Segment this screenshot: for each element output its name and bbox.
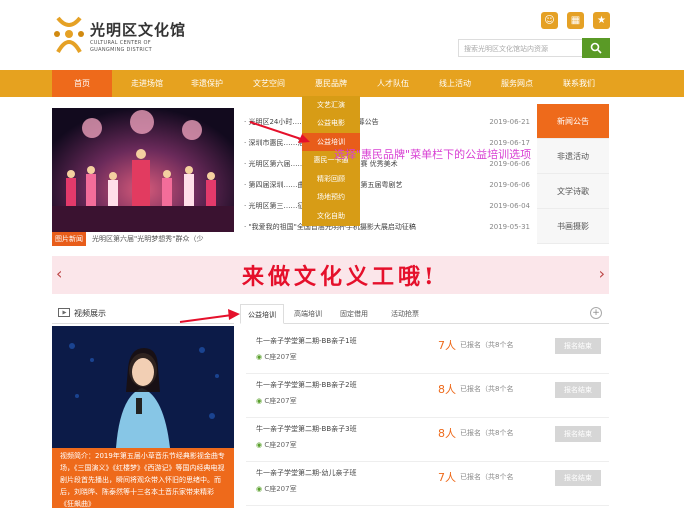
course-room-text: C座207室 — [264, 397, 297, 405]
course-room: ◉ C座207室 — [256, 484, 297, 494]
course-item[interactable]: 牛一亲子学堂第二期-BB亲子1班 ◉ C座207室 7人 已报名（共8个名 报名… — [246, 330, 609, 374]
slider-tag: 图片新闻 — [52, 232, 86, 246]
video-thumbnail[interactable] — [52, 326, 234, 448]
news-side-tabs: 新闻公告 非遗活动 文学诗歌 书画摄影 — [537, 104, 609, 244]
tab-ticket-grab[interactable]: 活动抢票 — [378, 304, 432, 324]
notice-item[interactable]: · 光明区第三……征稿启事 2019-06-04 — [244, 196, 534, 216]
side-tab-painting[interactable]: 书画摄影 — [537, 209, 609, 244]
location-icon: ◉ — [256, 397, 263, 405]
search-button[interactable] — [582, 38, 610, 58]
notice-date: 2019-06-21 — [489, 118, 530, 126]
site-subtitle-line1: CULTURAL CENTER OF — [90, 40, 151, 46]
dropdown-item-self-service[interactable]: 文化自助 — [302, 207, 360, 225]
course-name[interactable]: 牛一亲子学堂第二期-BB亲子3班 — [256, 424, 357, 434]
notice-date: 2019-06-06 — [489, 181, 530, 189]
course-enrolled: 8人 — [438, 427, 456, 440]
banner-text: 来做文化义工哦! — [242, 264, 438, 290]
side-tab-literature[interactable]: 文学诗歌 — [537, 174, 609, 209]
signup-closed-button[interactable]: 报名结束 — [555, 382, 601, 398]
course-room: ◉ C座207室 — [256, 440, 297, 450]
video-description: 视频简介：2019年第五届小草音乐节经典影视金曲专场，《三国演义》《红楼梦》《西… — [52, 448, 234, 508]
news-slider-image[interactable] — [52, 108, 234, 244]
dropdown-item-review[interactable]: 精彩回顾 — [302, 170, 360, 188]
nav-item-online[interactable]: 线上活动 — [428, 70, 482, 97]
course-note: 已报名（共8个名 — [460, 341, 514, 349]
main-nav: 首页 走进场馆 非遗保护 文艺空间 惠民品牌 人才队伍 线上活动 服务网点 联系… — [0, 70, 684, 97]
logo-icon[interactable] — [52, 14, 86, 56]
location-icon: ◉ — [256, 485, 263, 493]
banner-next-icon[interactable]: › — [599, 266, 605, 282]
video-heading: 视频展示 — [74, 309, 106, 318]
site-title[interactable]: 光明区文化馆 — [90, 19, 186, 40]
annotation-arrow-icon — [179, 309, 240, 323]
user-icon[interactable]: ☺ — [541, 12, 558, 29]
signup-closed-button[interactable]: 报名结束 — [555, 338, 601, 354]
course-room: ◉ C座207室 — [256, 396, 297, 406]
location-icon: ◉ — [256, 353, 263, 361]
volunteer-banner[interactable]: ‹ 来做文化义工哦! › — [52, 256, 609, 294]
site-subtitle-line2: GUANGMING DISTRICT — [90, 47, 153, 53]
nav-item-venue[interactable]: 走进场馆 — [120, 70, 174, 97]
course-enrolled: 8人 — [438, 383, 456, 396]
annotation-text: 选择"惠民品牌"菜单栏下的公益培训选项 — [334, 148, 532, 161]
course-note: 已报名（共8个名 — [460, 385, 514, 393]
side-tab-news[interactable]: 新闻公告 — [537, 104, 609, 139]
nav-item-talent[interactable]: 人才队伍 — [366, 70, 420, 97]
side-tab-heritage[interactable]: 非遗活动 — [537, 139, 609, 174]
tab-fixed-booking[interactable]: 固定借用 — [332, 304, 376, 324]
course-name[interactable]: 牛一亲子学堂第二期-幼儿亲子班 — [256, 468, 357, 478]
location-icon: ◉ — [256, 441, 263, 449]
course-room-text: C座207室 — [264, 441, 297, 449]
nav-item-contact[interactable]: 联系我们 — [552, 70, 606, 97]
notice-item[interactable]: · 第四届深圳……曲填字评选暨光明区第五届粤剧艺2019-06-06 — [244, 175, 534, 195]
qr-icon[interactable]: ▦ — [567, 12, 584, 29]
signup-closed-button[interactable]: 报名结束 — [555, 426, 601, 442]
course-name[interactable]: 牛一亲子学堂第二期-BB亲子1班 — [256, 336, 357, 346]
nav-item-arts-space[interactable]: 文艺空间 — [242, 70, 296, 97]
banner-prev-icon[interactable]: ‹ — [56, 266, 62, 282]
course-item[interactable]: 牛一亲子学堂第二期-BB亲子2班 ◉ C座207室 8人 已报名（共8个名 报名… — [246, 374, 609, 418]
course-room-text: C座207室 — [264, 353, 297, 361]
nav-item-heritage[interactable]: 非遗保护 — [180, 70, 234, 97]
course-room-text: C座207室 — [264, 485, 297, 493]
course-item[interactable]: 牛一亲子学堂第二期-BB亲子3班 ◉ C座207室 8人 已报名（共8个名 报名… — [246, 418, 609, 462]
search-input[interactable]: 搜索光明区文化馆站内资源 — [458, 39, 583, 57]
course-enrolled: 7人 — [438, 471, 456, 484]
notice-item[interactable]: · "我爱我的祖国"全国首届光明杯手机摄影大展启动征稿 2019-05-31 — [244, 217, 534, 237]
nav-item-service-points[interactable]: 服务网点 — [490, 70, 544, 97]
annotation-arrow-icon — [249, 121, 310, 143]
search-icon — [590, 42, 602, 54]
dropdown-item-performance[interactable]: 文艺汇演 — [302, 96, 360, 114]
singer-image — [52, 326, 234, 448]
tab-public-training[interactable]: 公益培训 — [240, 304, 284, 324]
course-room: ◉ C座207室 — [256, 352, 297, 362]
site-header: 光明区文化馆 CULTURAL CENTER OF GUANGMING DIST… — [0, 0, 684, 70]
signup-closed-button[interactable]: 报名结束 — [555, 470, 601, 486]
video-icon — [58, 308, 70, 317]
notice-date: 2019-06-04 — [489, 202, 530, 210]
course-note: 已报名（共8个名 — [460, 429, 514, 437]
course-item[interactable]: 牛一亲子学堂第二期-幼儿亲子班 ◉ C座207室 7人 已报名（共8个名 报名结… — [246, 462, 609, 506]
notice-date: 2019-05-31 — [489, 223, 530, 231]
course-note: 已报名（共8个名 — [460, 473, 514, 481]
course-name[interactable]: 牛一亲子学堂第二期-BB亲子2班 — [256, 380, 357, 390]
star-icon[interactable]: ★ — [593, 12, 610, 29]
activity-tabs: 公益培训 高端培训 固定借用 活动抢票 — [240, 304, 609, 324]
nav-item-public-brand[interactable]: 惠民品牌 — [300, 70, 362, 97]
stage-performance-image — [52, 108, 234, 244]
tab-advanced-training[interactable]: 高端培训 — [286, 304, 330, 324]
dropdown-item-venue-booking[interactable]: 场地预约 — [302, 188, 360, 206]
more-plus-icon[interactable]: + — [590, 307, 602, 319]
nav-item-home[interactable]: 首页 — [52, 70, 112, 97]
course-enrolled: 7人 — [438, 339, 456, 352]
